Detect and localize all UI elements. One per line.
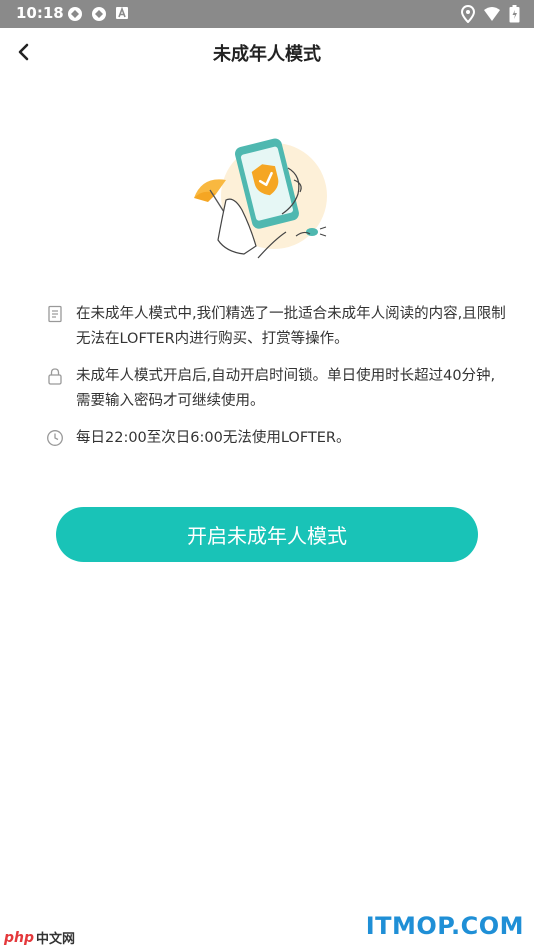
clock-icon [46,429,64,447]
status-bar: 10:18 [0,0,534,28]
info-item-content: 在未成年人模式中,我们精选了一批适合未成年人阅读的内容,且限制无法在LOFTER… [46,302,506,352]
page-title: 未成年人模式 [213,44,321,65]
battery-icon [509,5,520,23]
document-icon [46,305,64,323]
watermark-cn: 中文网 [36,932,76,947]
watermark-right: ITMOP.COM [365,912,524,940]
notification-a-icon [114,5,130,23]
enable-minor-mode-button[interactable]: 开启未成年人模式 [56,507,478,562]
info-text: 每日22:00至次日6:00无法使用LOFTER。 [76,430,351,446]
cta-label: 开启未成年人模式 [187,524,347,548]
watermark-php: php [4,929,35,946]
hero-illustration [186,128,336,268]
info-item-time-lock: 未成年人模式开启后,自动开启时间锁。单日使用时长超过40分钟,需要输入密码才可继… [46,364,506,414]
watermark-left: php 中文网 [4,928,76,948]
status-time: 10:18 [16,4,64,22]
info-item-curfew: 每日22:00至次日6:00无法使用LOFTER。 [46,426,506,451]
wifi-icon [483,6,501,22]
location-icon [461,5,475,23]
info-text: 在未成年人模式中,我们精选了一批适合未成年人阅读的内容,且限制无法在LOFTER… [76,306,506,347]
sync-icon [90,5,108,23]
lock-icon [46,367,64,385]
info-list: 在未成年人模式中,我们精选了一批适合未成年人阅读的内容,且限制无法在LOFTER… [46,302,506,463]
info-text: 未成年人模式开启后,自动开启时间锁。单日使用时长超过40分钟,需要输入密码才可继… [76,368,496,409]
nav-bar: 未成年人模式 [0,28,534,76]
sync-icon [66,5,84,23]
